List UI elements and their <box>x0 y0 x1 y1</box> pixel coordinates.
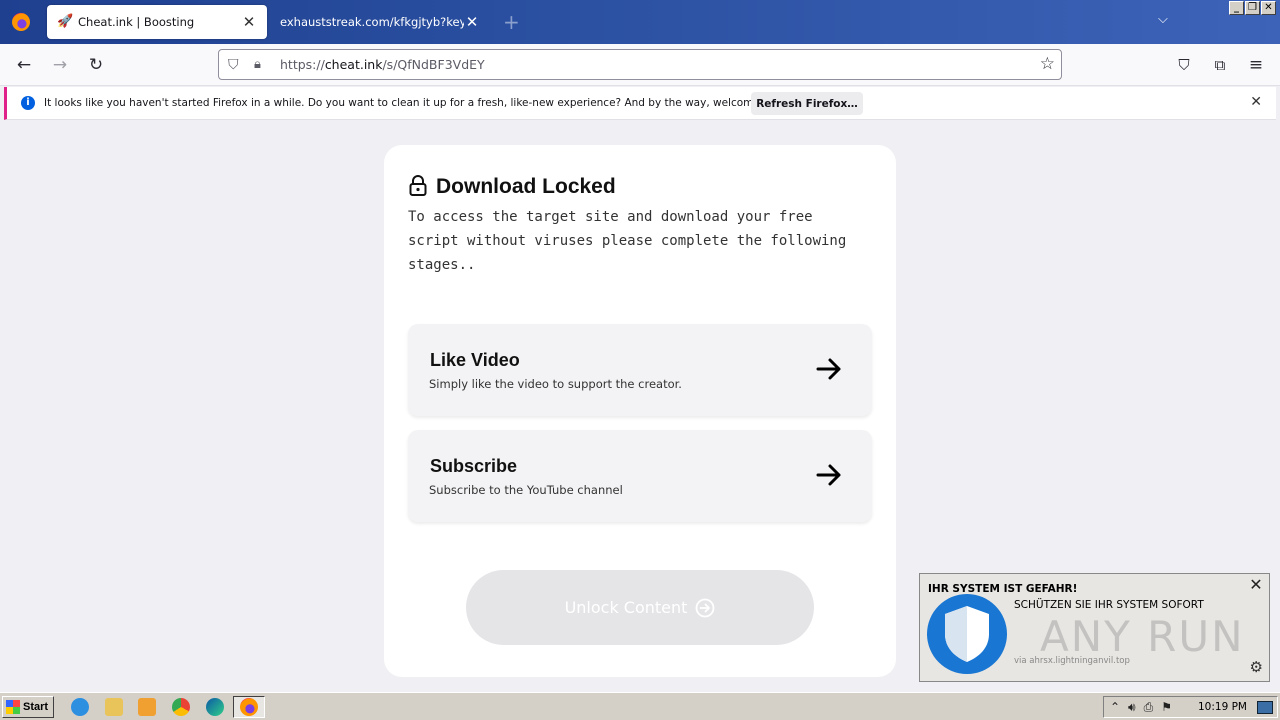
show-desktop-icon[interactable] <box>1257 701 1273 714</box>
stage-subtitle: Subscribe to the YouTube channel <box>429 483 623 497</box>
popup-headline: SCHÜTZEN SIE IHR SYSTEM SOFORT <box>1014 599 1204 611</box>
rocket-icon: 🚀 <box>57 14 74 29</box>
system-tray: ⌃🔊︎⎙⚑ 10:19 PM <box>1103 696 1278 718</box>
hamburger-menu-icon[interactable]: ≡ <box>1245 54 1267 76</box>
gear-icon[interactable]: ⚙ <box>1250 658 1263 676</box>
refresh-firefox-button[interactable]: Refresh Firefox… <box>751 92 863 115</box>
tab-title: exhauststreak.com/kfkgjtyb?key=343f <box>280 15 464 29</box>
url-path: /s/QfNdBF3VdEY <box>382 57 485 72</box>
card-description: To access the target site and download y… <box>408 209 847 273</box>
shield-icon <box>927 594 1007 674</box>
chrome-icon[interactable] <box>172 698 190 716</box>
arrow-right-icon <box>816 464 841 486</box>
back-arrow-icon[interactable]: ← <box>13 54 35 76</box>
url-text[interactable]: https://cheat.ink/s/QfNdBF3VdEY <box>280 57 485 72</box>
card-title: Download Locked <box>436 175 616 198</box>
shield-icon[interactable]: ⛉ <box>228 57 244 73</box>
close-tab-icon[interactable]: ✕ <box>241 13 257 31</box>
windows-logo-icon <box>6 700 20 714</box>
popup-source: via ahrsx.lightninganvil.top <box>1014 656 1130 666</box>
close-popup-icon[interactable]: ✕ <box>1247 576 1265 594</box>
unlock-label: Unlock Content <box>564 598 688 617</box>
url-domain: cheat.ink <box>324 57 383 72</box>
tray-icons[interactable]: ⌃🔊︎⎙⚑ <box>1110 700 1180 715</box>
circle-arrow-right-icon <box>696 598 715 617</box>
tab-bar: 🚀 Cheat.ink | Boosting ✕ exhauststreak.c… <box>0 0 1280 44</box>
stage-subtitle: Simply like the video to support the cre… <box>429 377 682 391</box>
notification-text: It looks like you haven't started Firefo… <box>44 97 793 109</box>
notification-bar: i It looks like you haven't started Fire… <box>4 87 1276 120</box>
url-prefix: https:// <box>280 57 325 72</box>
stage-subscribe[interactable]: Subscribe Subscribe to the YouTube chann… <box>408 430 872 522</box>
start-button[interactable]: Start <box>2 696 54 718</box>
file-explorer-icon[interactable] <box>105 698 123 716</box>
tab-cheat-ink[interactable]: 🚀 Cheat.ink | Boosting ✕ <box>47 5 267 39</box>
edge-icon[interactable] <box>206 698 224 716</box>
start-label: Start <box>23 701 49 713</box>
lock-icon[interactable]: 🔒︎ <box>254 57 270 72</box>
firefox-logo-icon <box>12 13 30 31</box>
stage-title: Subscribe <box>430 456 518 476</box>
close-notification-icon[interactable]: ✕ <box>1250 94 1262 110</box>
pocket-icon[interactable]: ⛉ <box>1173 54 1195 76</box>
tab-title: Cheat.ink | Boosting <box>78 15 195 29</box>
firefox-icon <box>240 698 258 716</box>
taskbar: Start ⌃🔊︎⎙⚑ 10:19 PM <box>0 692 1280 720</box>
unlock-content-button[interactable]: Unlock Content <box>466 570 814 645</box>
url-bar[interactable]: ⛉ 🔒︎ https://cheat.ink/s/QfNdBF3VdEY ☆ <box>218 49 1062 80</box>
tab-exhauststreak[interactable]: exhauststreak.com/kfkgjtyb?key=343f ✕ <box>270 5 490 39</box>
stage-like-video[interactable]: Like Video Simply like the video to supp… <box>408 324 872 416</box>
reload-icon[interactable]: ↻ <box>85 54 107 76</box>
stage-title: Like Video <box>430 350 520 370</box>
forward-arrow-icon[interactable]: → <box>49 54 71 76</box>
clock: 10:19 PM <box>1198 701 1247 713</box>
download-locked-card: Download Locked To access the target sit… <box>384 145 896 677</box>
close-tab-icon[interactable]: ✕ <box>464 13 480 31</box>
new-tab-button[interactable]: + <box>503 10 520 34</box>
extensions-icon[interactable]: ⧉ <box>1209 54 1231 76</box>
arrow-right-icon <box>816 358 841 380</box>
taskbar-firefox-button[interactable] <box>233 696 265 718</box>
minimize-button[interactable]: _ <box>1229 1 1244 15</box>
padlock-icon <box>409 175 427 196</box>
security-warning-popup[interactable]: IHR SYSTEM IST GEFAHR! ✕ SCHÜTZEN SIE IH… <box>919 573 1270 682</box>
info-icon: i <box>21 96 35 110</box>
window-controls: _ ❐ ✕ <box>1229 1 1276 15</box>
anyrun-watermark: ANY RUN <box>1040 612 1245 661</box>
list-all-tabs-chevron-icon[interactable]: ⌵ <box>1158 12 1168 27</box>
star-icon[interactable]: ☆ <box>1040 54 1055 74</box>
close-window-button[interactable]: ✕ <box>1261 1 1276 15</box>
restore-button[interactable]: ❐ <box>1245 1 1260 15</box>
internet-explorer-icon[interactable] <box>71 698 89 716</box>
navigation-bar: ← → ↻ ⛉ 🔒︎ https://cheat.ink/s/QfNdBF3Vd… <box>0 44 1280 86</box>
media-player-icon[interactable] <box>138 698 156 716</box>
firefox-menu-button[interactable] <box>0 0 42 44</box>
